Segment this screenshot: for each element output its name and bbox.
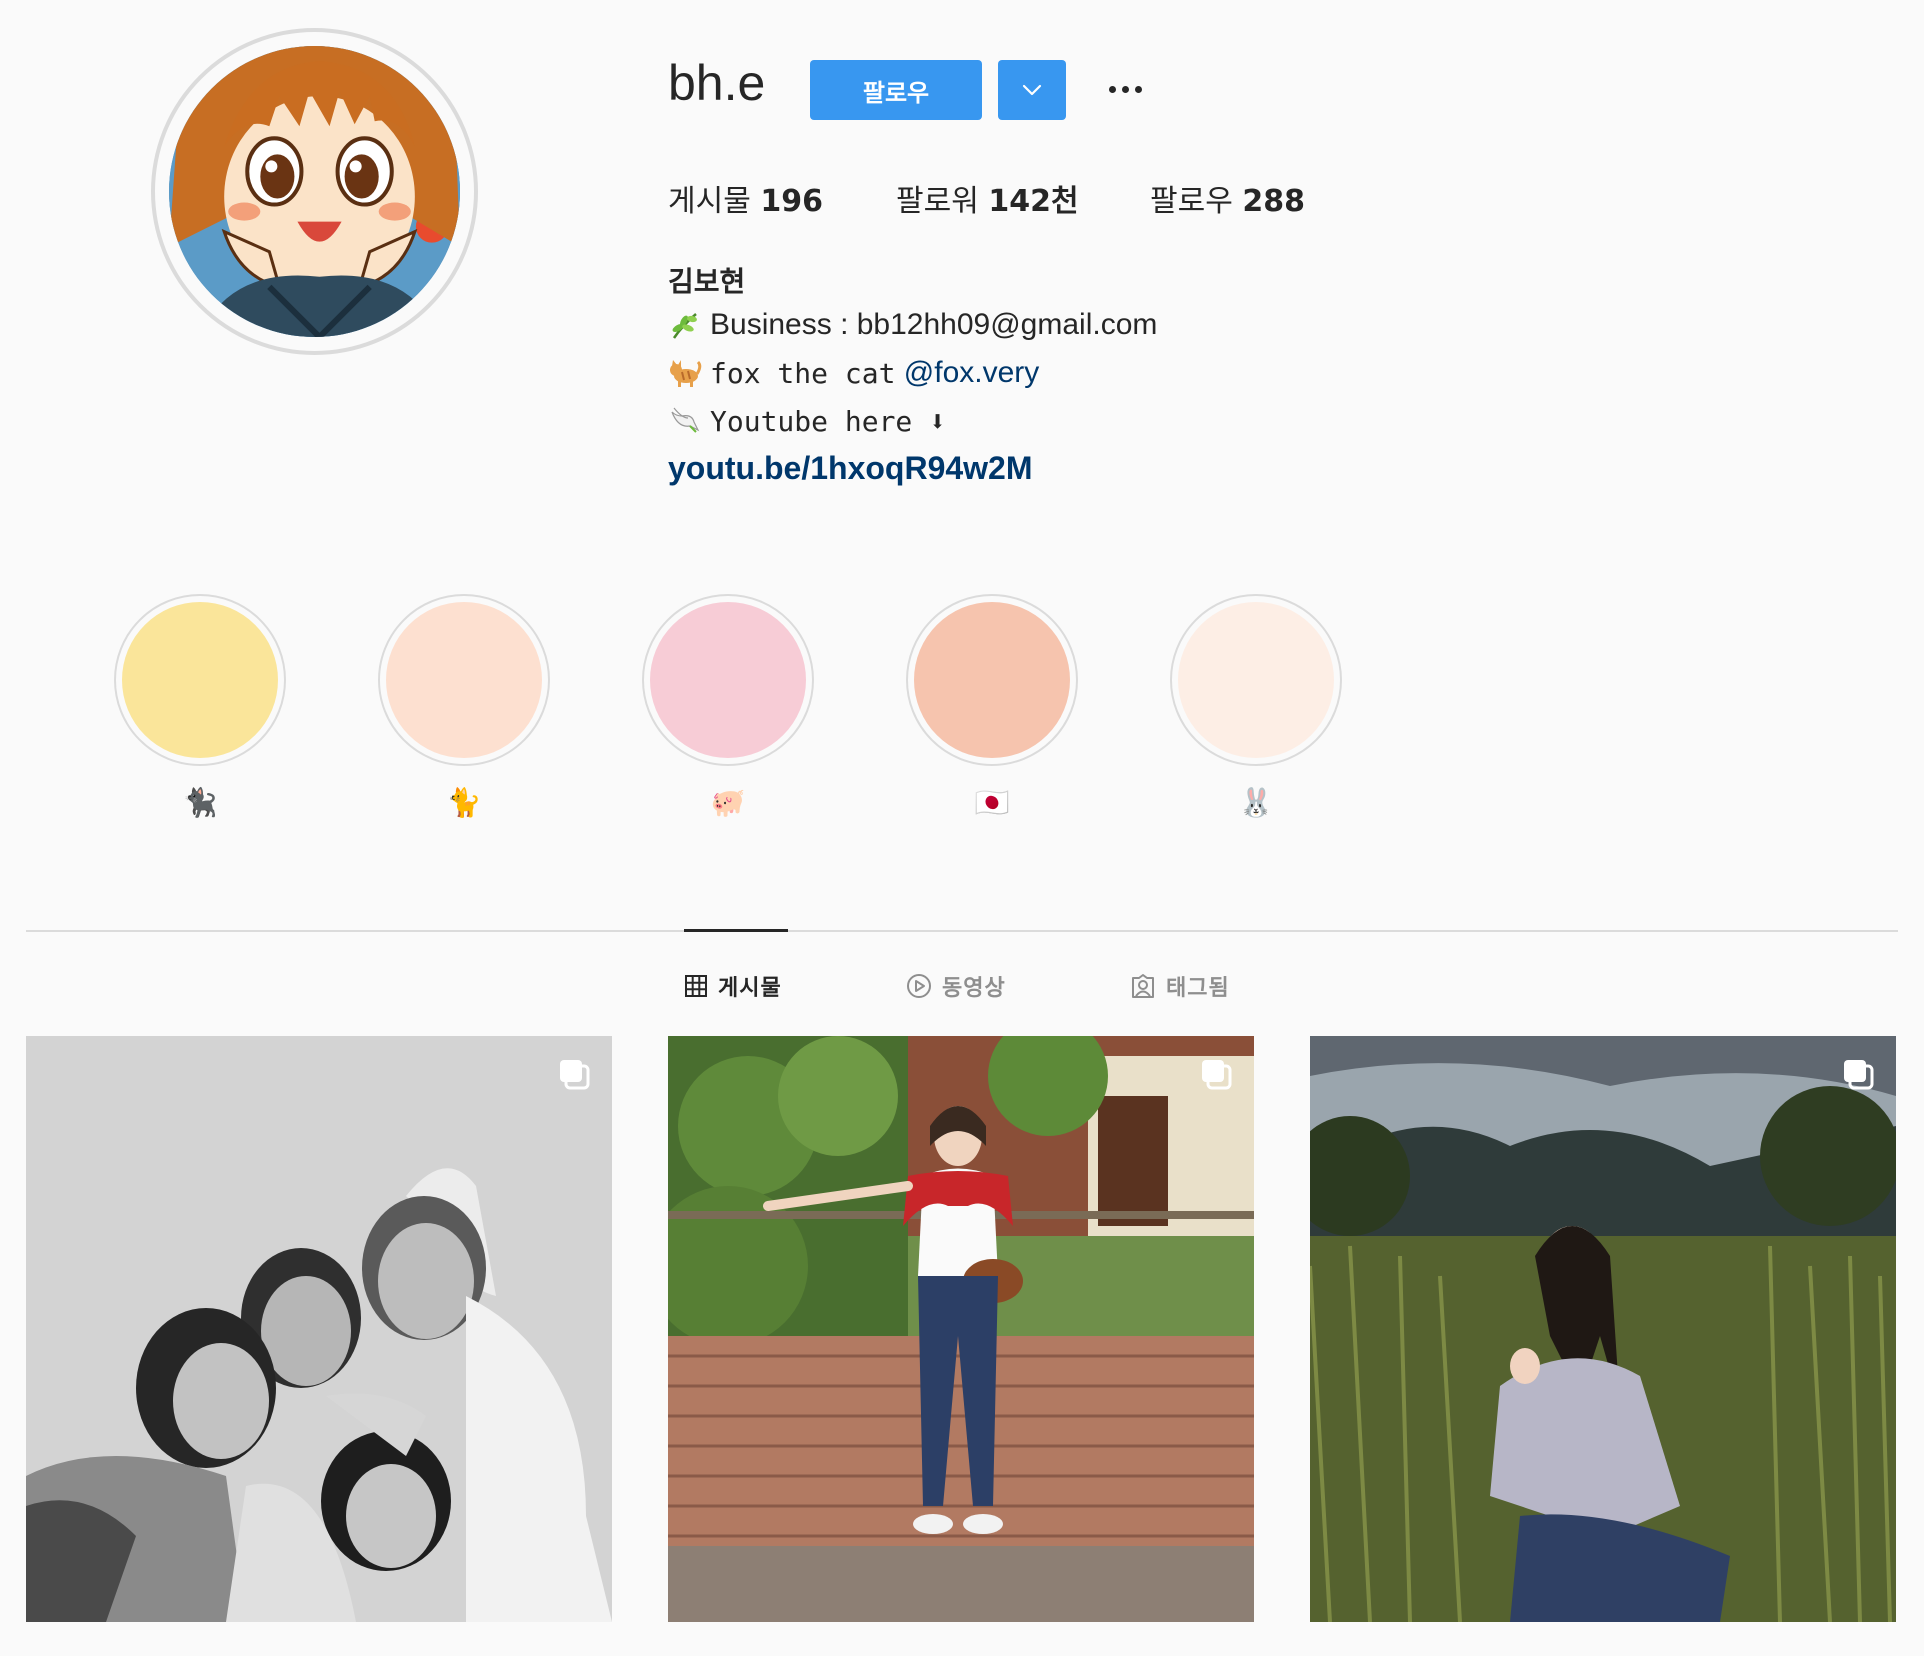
tab-videos-label: 동영상 bbox=[942, 976, 1006, 1001]
carousel-icon bbox=[1202, 1060, 1232, 1090]
followers-count-label: 팔로워 bbox=[896, 184, 979, 219]
posts-count-label: 게시물 bbox=[668, 184, 751, 219]
bio-external-link[interactable]: youtu.be/1hxoqR94w2M bbox=[668, 450, 1033, 487]
story-highlight[interactable]: 🇯🇵 bbox=[906, 594, 1078, 819]
more-options-button[interactable] bbox=[1100, 72, 1150, 106]
highlight-cover bbox=[650, 602, 806, 758]
tab-tagged[interactable]: 태그됨 bbox=[1130, 970, 1230, 1002]
post-thumbnail[interactable] bbox=[1310, 1036, 1896, 1622]
avatar[interactable] bbox=[169, 46, 460, 337]
carousel-icon bbox=[560, 1060, 590, 1090]
username: bh.e bbox=[668, 55, 766, 111]
tab-posts-label: 게시물 bbox=[718, 976, 782, 1001]
highlight-ring bbox=[1170, 594, 1342, 766]
highlight-ring bbox=[114, 594, 286, 766]
mention-link[interactable]: @fox.very bbox=[904, 356, 1039, 390]
story-highlight[interactable]: 🐈‍⬛ bbox=[114, 594, 286, 819]
story-highlight[interactable]: 🐖 bbox=[642, 594, 814, 819]
avatar-ring[interactable] bbox=[151, 28, 478, 355]
bio-line-cat: fox the cat @fox.very bbox=[668, 356, 1039, 390]
highlight-ring bbox=[378, 594, 550, 766]
more-horizontal-icon bbox=[1108, 85, 1116, 93]
highlight-cover bbox=[122, 602, 278, 758]
highlight-label: 🐖 bbox=[710, 786, 746, 819]
highlight-label: 🐰 bbox=[1238, 786, 1274, 819]
tab-posts[interactable]: 게시물 bbox=[684, 970, 782, 1002]
bio-youtube-text: Youtube here ⬇ bbox=[710, 404, 947, 438]
highlight-label: 🇯🇵 bbox=[974, 786, 1010, 819]
followers-count[interactable]: 팔로워 142천 bbox=[896, 176, 1079, 220]
dove-emoji-icon bbox=[671, 407, 700, 433]
highlight-cover bbox=[1178, 602, 1334, 758]
followers-count-value: 142천 bbox=[988, 184, 1079, 219]
herb-emoji-icon bbox=[672, 313, 697, 339]
highlight-cover bbox=[386, 602, 542, 758]
posts-count-value: 196 bbox=[760, 184, 823, 219]
cat-emoji-icon bbox=[670, 360, 702, 387]
more-dot bbox=[1121, 85, 1129, 93]
highlight-cover bbox=[914, 602, 1070, 758]
highlight-ring bbox=[642, 594, 814, 766]
bio-line-business: Business : bb12hh09@gmail.com bbox=[668, 308, 1157, 342]
full-name: 김보현 bbox=[668, 265, 746, 298]
post-image bbox=[668, 1036, 1254, 1622]
profile-page: bh.e 팔로우 게시물 196 팔로워 142천 팔로우 288 김보현 Bu… bbox=[0, 0, 1924, 1656]
highlight-label: 🐈 bbox=[446, 786, 482, 819]
following-count-value: 288 bbox=[1242, 184, 1305, 219]
bio-cat-text: fox the cat bbox=[710, 356, 896, 390]
following-count-label: 팔로우 bbox=[1150, 184, 1233, 219]
post-thumbnail[interactable] bbox=[26, 1036, 612, 1622]
story-highlight[interactable]: 🐰 bbox=[1170, 594, 1342, 819]
tab-videos[interactable]: 동영상 bbox=[906, 970, 1006, 1002]
tagged-user-icon bbox=[1132, 974, 1154, 998]
bio-business-text: Business : bb12hh09@gmail.com bbox=[710, 308, 1158, 341]
active-tab-indicator bbox=[684, 929, 788, 932]
tabs-divider bbox=[26, 930, 1898, 932]
highlight-ring bbox=[906, 594, 1078, 766]
tab-tagged-label: 태그됨 bbox=[1166, 976, 1230, 1001]
grid-icon bbox=[685, 975, 707, 997]
posts-count: 게시물 196 bbox=[668, 176, 823, 220]
carousel-icon bbox=[1844, 1060, 1874, 1090]
follow-button[interactable]: 팔로우 bbox=[810, 60, 982, 120]
post-image bbox=[1310, 1036, 1896, 1622]
post-thumbnail[interactable] bbox=[668, 1036, 1254, 1622]
following-count[interactable]: 팔로우 288 bbox=[1150, 176, 1305, 220]
post-image bbox=[26, 1036, 612, 1622]
highlight-label: 🐈‍⬛ bbox=[182, 786, 218, 819]
avatar-illustration bbox=[169, 46, 460, 337]
suggested-accounts-button[interactable] bbox=[998, 60, 1066, 120]
more-dot bbox=[1134, 85, 1142, 93]
chevron-down-icon bbox=[1022, 84, 1042, 96]
bio-line-youtube: Youtube here ⬇ bbox=[668, 404, 946, 438]
story-highlight[interactable]: 🐈 bbox=[378, 594, 550, 819]
play-circle-icon bbox=[907, 974, 931, 998]
